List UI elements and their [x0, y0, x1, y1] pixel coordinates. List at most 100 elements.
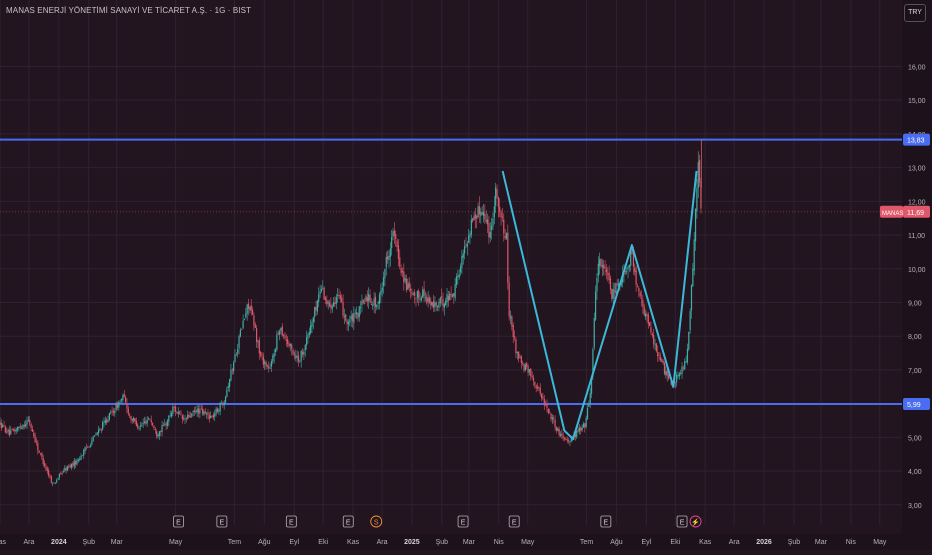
candle-body: [258, 340, 260, 354]
candle-body: [30, 423, 32, 429]
event-marker-split[interactable]: S: [370, 515, 383, 528]
event-marker-earnings[interactable]: E: [173, 515, 184, 528]
candle-body: [322, 287, 324, 289]
candle-body: [249, 306, 251, 310]
candle-body: [395, 234, 397, 239]
candle-body: [108, 413, 110, 420]
candle-body: [81, 455, 83, 457]
candle-body: [130, 415, 132, 420]
pattern-line[interactable]: [501, 170, 698, 441]
x-tick-label: Eki: [318, 539, 328, 546]
candle-body: [296, 355, 298, 358]
candle-body: [482, 211, 485, 216]
candle-body: [504, 235, 506, 239]
candle-body: [285, 339, 287, 341]
candle-body: [173, 407, 175, 408]
candle-body: [185, 417, 187, 419]
candle-body: [438, 302, 440, 308]
x-tick-label: Ağu: [610, 539, 623, 546]
x-axis[interactable]: Kas Ara 2024 Şub Mar May Tem Ağu Eyl Eki Kas Ara 202…: [0, 534, 902, 550]
candle-body: [547, 408, 549, 413]
candle-body: [563, 438, 566, 440]
candle-body: [357, 312, 359, 319]
candle-body: [261, 355, 263, 357]
event-marker-earnings[interactable]: E: [600, 515, 612, 528]
candle-body: [210, 415, 212, 418]
candle-body: [650, 326, 652, 333]
candle-body: [288, 343, 290, 347]
candle-body: [22, 425, 24, 429]
candle-body: [527, 365, 529, 373]
candle-body: [0, 421, 1, 425]
price-chart[interactable]: 3,004,005,006,007,008,009,0010,0011,0012…: [0, 0, 932, 550]
candle-body: [385, 256, 387, 268]
candle-body: [70, 463, 73, 468]
candle-body: [310, 325, 312, 334]
candle-body: [451, 294, 454, 297]
candle-body: [511, 316, 513, 327]
candle-body: [397, 245, 400, 259]
candle-body: [582, 423, 585, 428]
candle-body: [640, 298, 643, 300]
candle-body: [37, 443, 39, 451]
event-marker-earnings[interactable]: E: [457, 515, 469, 528]
candle-body: [419, 298, 421, 300]
x-tick-label: Şub: [436, 539, 449, 546]
candle-body: [89, 445, 92, 447]
candle-body: [207, 412, 209, 415]
candle-body: [424, 296, 427, 298]
candle-body: [496, 189, 498, 198]
event-marker-alert[interactable]: ⚡: [689, 515, 702, 528]
candle-body: [308, 331, 310, 336]
chart-area[interactable]: 3,004,005,006,007,008,009,0010,0011,0012…: [0, 0, 932, 550]
candle-body: [168, 415, 170, 422]
candle-body: [42, 457, 44, 465]
currency-button[interactable]: TRY: [904, 4, 926, 22]
event-label: E: [346, 520, 351, 527]
candle-body: [435, 302, 437, 306]
candle-body: [64, 468, 66, 471]
candle-body: [303, 351, 305, 355]
candle-body: [208, 415, 210, 420]
candle-body: [685, 361, 687, 363]
candle-body: [545, 404, 547, 406]
event-marker-earnings[interactable]: E: [508, 515, 520, 528]
candle-body: [222, 403, 224, 406]
event-marker-earnings[interactable]: E: [342, 515, 354, 528]
candle-body: [85, 447, 88, 449]
candle-body: [387, 256, 389, 260]
event-marker-earnings[interactable]: E: [285, 515, 297, 528]
event-markers[interactable]: E E E E S E E E E ⚡: [173, 515, 702, 528]
candle-body: [88, 446, 90, 448]
candle-body: [588, 403, 590, 408]
event-marker-earnings[interactable]: E: [676, 515, 688, 528]
chart-title: MANAS ENERJİ YÖNETİMİ SANAYİ VE TİCARET …: [6, 6, 252, 15]
event-marker-earnings[interactable]: E: [216, 515, 228, 528]
candle-body: [558, 429, 560, 435]
candle-body: [246, 304, 248, 314]
candle-body: [382, 277, 385, 287]
candle-body: [284, 335, 286, 339]
candle-body: [616, 283, 618, 285]
candle-body: [345, 314, 347, 321]
event-label: E: [220, 520, 225, 527]
candle-body: [231, 369, 233, 371]
y-axis[interactable]: 3,004,005,006,007,008,009,0010,0011,0012…: [880, 0, 932, 550]
candle-body: [442, 299, 444, 307]
candle-body: [378, 294, 381, 304]
candle-body: [540, 394, 543, 398]
candle-body: [170, 412, 173, 417]
pattern-drawing[interactable]: [501, 170, 698, 441]
candle-body: [484, 213, 486, 220]
candle-body: [312, 317, 314, 323]
x-tick-label: May: [521, 539, 535, 546]
candle-body: [689, 310, 691, 331]
candle-body: [464, 246, 466, 254]
candle-body: [380, 290, 382, 295]
candle-body: [58, 473, 61, 478]
candle-body: [99, 428, 101, 430]
candle-body: [639, 292, 641, 297]
candle-body: [96, 432, 98, 435]
candle-body: [116, 402, 119, 408]
candles: [0, 139, 702, 487]
